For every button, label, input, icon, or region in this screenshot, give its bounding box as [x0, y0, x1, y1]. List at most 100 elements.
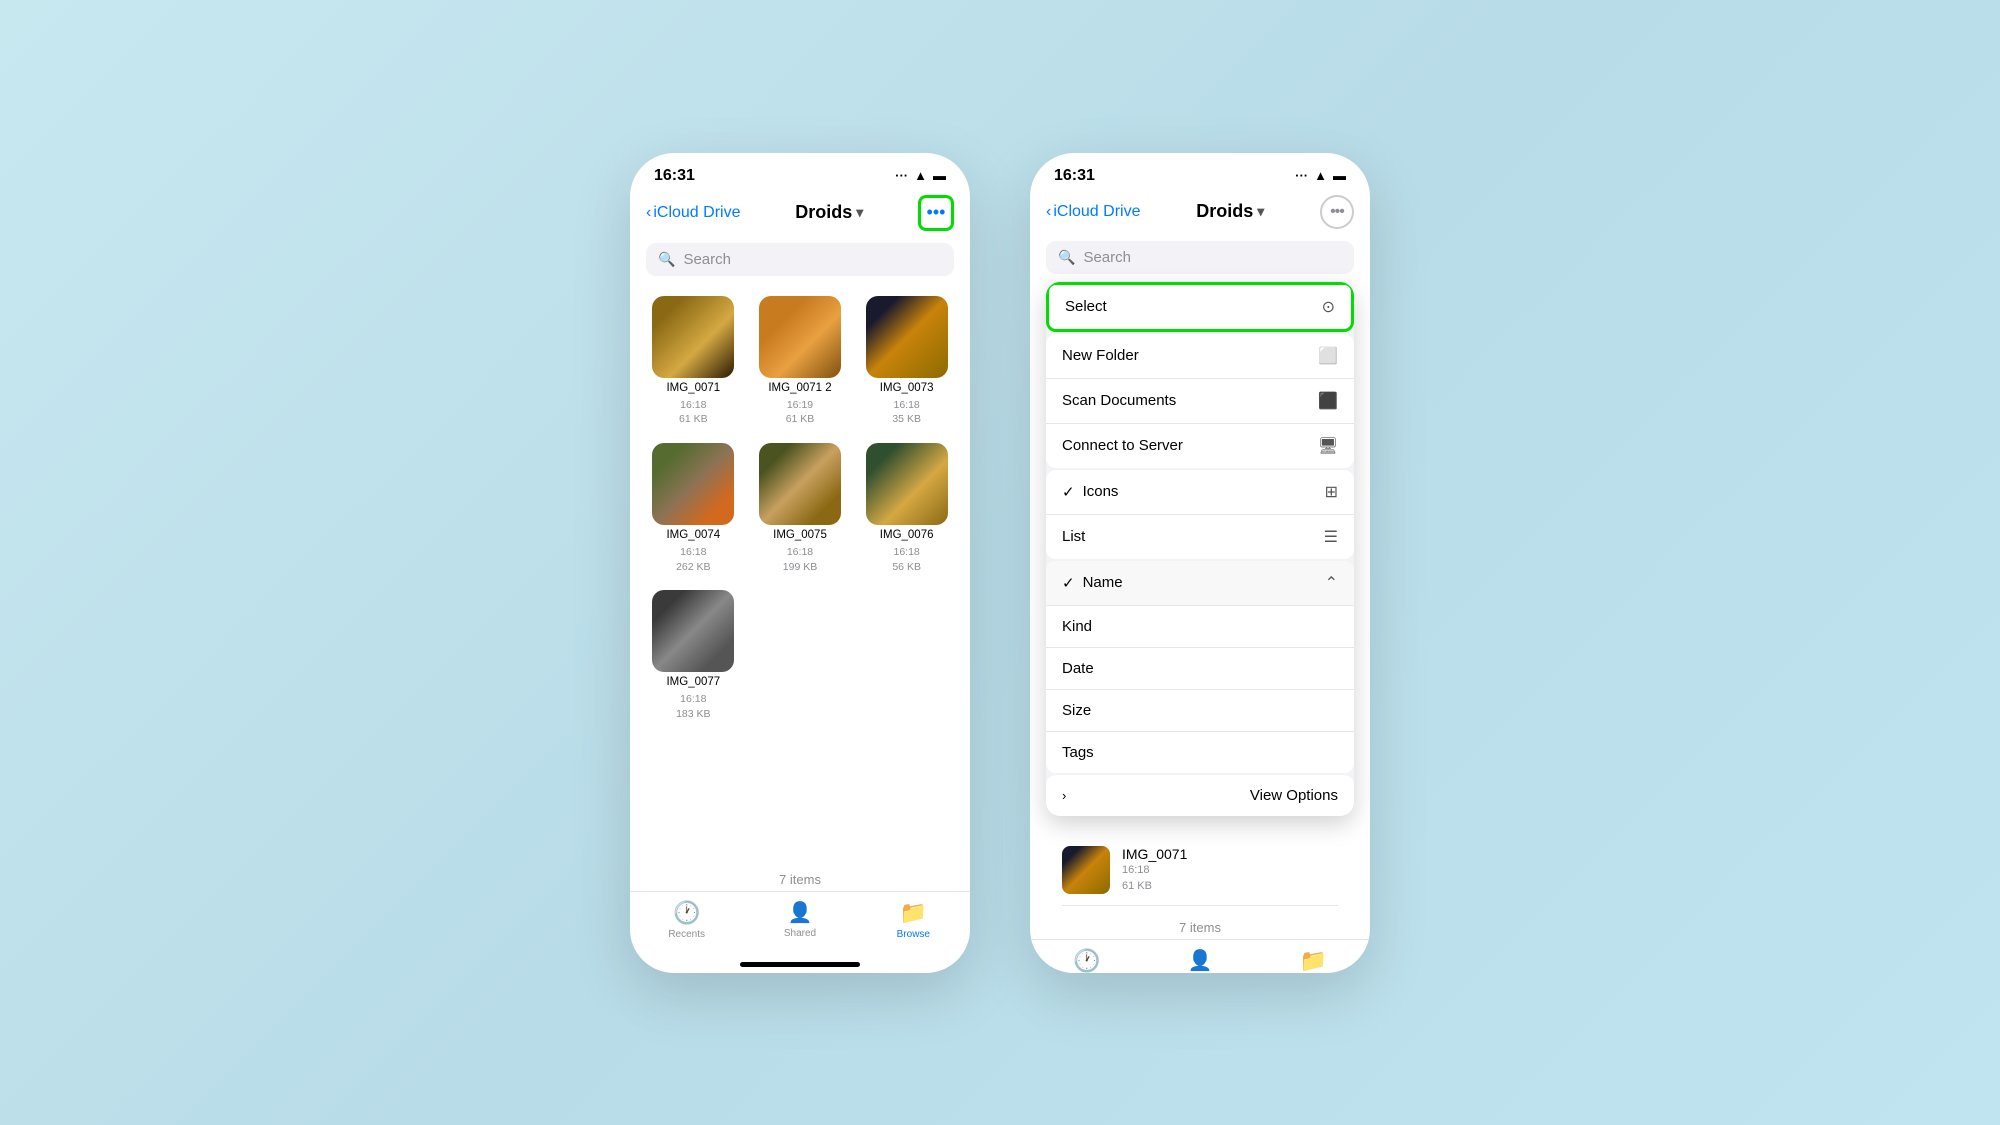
view-options-chevron: › — [1062, 788, 1066, 803]
file-meta: 16:18183 KB — [676, 692, 710, 721]
list-view-item[interactable]: List ☰ — [1046, 515, 1354, 559]
file-grid: IMG_0071 16:1861 KB IMG_0071 2 16:1961 K… — [630, 284, 970, 866]
file-item-img0074[interactable]: IMG_0074 16:18262 KB — [646, 443, 741, 574]
file-meta: 16:1861 KB — [679, 398, 708, 427]
file-name: IMG_0076 — [880, 529, 934, 541]
file-name: IMG_0071 — [1122, 846, 1338, 862]
menu-actions-section: New Folder ⬜ Scan Documents ⬛ Connect to… — [1046, 334, 1354, 468]
sort-name-label: Name — [1083, 574, 1325, 591]
shared-icon: 👤 — [788, 900, 813, 925]
scan-documents-menu-item[interactable]: Scan Documents ⬛ — [1046, 379, 1354, 424]
icons-view-item[interactable]: ✓ Icons ⊞ — [1046, 470, 1354, 515]
title-chevron-icon: ▾ — [856, 204, 863, 221]
search-icon: 🔍 — [1058, 249, 1075, 266]
nav-bar: ‹ iCloud Drive Droids ▾ ••• — [1030, 191, 1370, 237]
back-chevron-icon: ‹ — [646, 204, 651, 222]
items-count: 7 items — [1030, 914, 1370, 939]
right-file-row[interactable]: IMG_0071 16:1861 KB — [1062, 836, 1338, 906]
sort-tags-item[interactable]: Tags — [1046, 732, 1354, 773]
file-item-img0076[interactable]: IMG_0076 16:1856 KB — [859, 443, 954, 574]
list-icon: ☰ — [1324, 527, 1338, 547]
status-time: 16:31 — [654, 167, 695, 185]
file-thumbnail — [652, 590, 734, 672]
new-folder-menu-item[interactable]: New Folder ⬜ — [1046, 334, 1354, 379]
file-meta: 16:1961 KB — [786, 398, 815, 427]
tab-browse-label: Browse — [897, 929, 930, 940]
date-label: Date — [1062, 660, 1338, 677]
tab-recents[interactable]: 🕐 Recents — [1030, 948, 1143, 973]
right-phone: 16:31 ··· ▲ ▬ ‹ iCloud Drive Droids ▾ ••… — [1030, 153, 1370, 973]
connect-server-menu-item[interactable]: Connect to Server 🖥 — [1046, 424, 1354, 468]
battery-icon: ▬ — [1333, 168, 1346, 183]
file-name: IMG_0071 — [666, 382, 720, 394]
more-options-button[interactable]: ••• — [1320, 195, 1354, 229]
file-thumbnail — [759, 443, 841, 525]
file-item-img0073[interactable]: IMG_0073 16:1835 KB — [859, 296, 954, 427]
search-icon: 🔍 — [658, 251, 675, 268]
select-icon: ⊙ — [1322, 297, 1335, 317]
search-placeholder: Search — [1083, 249, 1131, 266]
file-thumbnail — [1062, 846, 1110, 894]
sort-date-item[interactable]: Date — [1046, 648, 1354, 690]
battery-icon: ▬ — [933, 168, 946, 183]
file-meta: 16:18199 KB — [783, 545, 817, 574]
file-item-img0077[interactable]: IMG_0077 16:18183 KB — [646, 590, 741, 721]
search-bar[interactable]: 🔍 Search — [1046, 241, 1354, 274]
recents-icon: 🕐 — [1073, 948, 1100, 973]
tab-shared[interactable]: 👤 Shared — [743, 900, 856, 940]
menu-sort-section: ✓ Name ⌃ Kind Date Size Tags — [1046, 561, 1354, 773]
select-label: Select — [1065, 298, 1107, 315]
file-name: IMG_0075 — [773, 529, 827, 541]
signal-icon: ··· — [895, 168, 908, 183]
tab-browse[interactable]: 📁 Browse — [857, 900, 970, 940]
file-meta: 16:1856 KB — [892, 545, 921, 574]
check-icon: ✓ — [1062, 483, 1075, 501]
select-menu-item[interactable]: Select ⊙ — [1049, 285, 1351, 329]
back-button[interactable]: ‹ iCloud Drive — [646, 204, 740, 222]
tab-recents-label: Recents — [668, 929, 705, 940]
back-chevron-icon: ‹ — [1046, 203, 1051, 221]
scan-documents-icon: ⬛ — [1318, 391, 1338, 411]
back-label: iCloud Drive — [653, 204, 740, 222]
nav-title: Droids ▾ — [1196, 201, 1264, 222]
tab-shared-label: Shared — [784, 928, 816, 939]
new-folder-label: New Folder — [1062, 347, 1139, 364]
sort-name-item[interactable]: ✓ Name ⌃ — [1046, 561, 1354, 606]
items-count: 7 items — [630, 866, 970, 891]
wifi-icon: ▲ — [914, 168, 927, 183]
folder-title: Droids — [795, 202, 852, 223]
browse-icon: 📁 — [1300, 948, 1327, 973]
dropdown-menu: Select ⊙ New Folder ⬜ Scan Documents ⬛ C… — [1046, 282, 1354, 816]
connect-server-label: Connect to Server — [1062, 437, 1183, 454]
file-thumbnail — [652, 296, 734, 378]
status-icons: ··· ▲ ▬ — [1295, 168, 1346, 183]
file-item-img0071[interactable]: IMG_0071 16:1861 KB — [646, 296, 741, 427]
tab-browse[interactable]: 📁 Browse — [1257, 948, 1370, 973]
tab-bar: 🕐 Recents 👤 Shared 📁 Browse — [630, 891, 970, 960]
icons-label: Icons — [1083, 483, 1325, 500]
folder-title: Droids — [1196, 201, 1253, 222]
status-bar: 16:31 ··· ▲ ▬ — [1030, 153, 1370, 191]
list-label: List — [1062, 528, 1324, 545]
view-options-label: View Options — [1250, 787, 1338, 804]
file-meta: 16:1835 KB — [892, 398, 921, 427]
file-item-img00712[interactable]: IMG_0071 2 16:1961 KB — [753, 296, 848, 427]
view-options-item[interactable]: › View Options — [1046, 775, 1354, 816]
tab-shared[interactable]: 👤 Shared — [1143, 948, 1256, 973]
new-folder-icon: ⬜ — [1318, 346, 1338, 366]
file-item-img0075[interactable]: IMG_0075 16:18199 KB — [753, 443, 848, 574]
ellipsis-icon: ••• — [927, 202, 946, 223]
back-button[interactable]: ‹ iCloud Drive — [1046, 203, 1140, 221]
scan-documents-label: Scan Documents — [1062, 392, 1176, 409]
shared-icon: 👤 — [1188, 948, 1213, 973]
search-menu-container: 🔍 Search Select ⊙ New Folder ⬜ Scan Docu… — [1030, 237, 1370, 824]
sort-kind-item[interactable]: Kind — [1046, 606, 1354, 648]
left-phone: 16:31 ··· ▲ ▬ ‹ iCloud Drive Droids ▾ ••… — [630, 153, 970, 973]
more-options-button[interactable]: ••• — [918, 195, 954, 231]
tab-recents[interactable]: 🕐 Recents — [630, 900, 743, 940]
status-bar: 16:31 ··· ▲ ▬ — [630, 153, 970, 191]
file-thumbnail — [866, 296, 948, 378]
sort-size-item[interactable]: Size — [1046, 690, 1354, 732]
search-bar[interactable]: 🔍 Search — [646, 243, 954, 276]
signal-icon: ··· — [1295, 168, 1308, 183]
